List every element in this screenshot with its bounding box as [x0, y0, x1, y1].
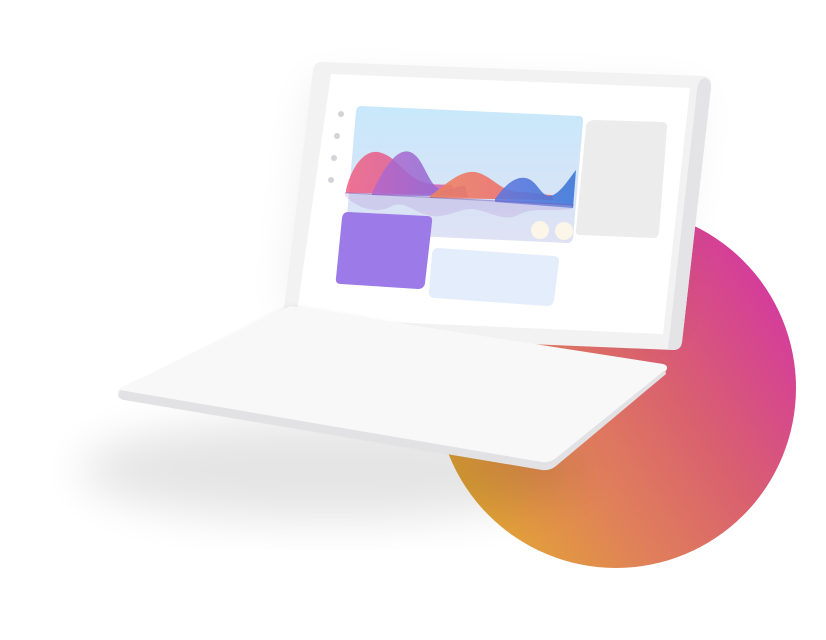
menu-dot-icon[interactable]: [338, 111, 344, 117]
laptop-illustration: [80, 62, 796, 568]
side-panel: [575, 120, 668, 238]
menu-dot-icon[interactable]: [328, 177, 334, 183]
toggle-dot-icon[interactable]: [531, 221, 549, 239]
purple-card[interactable]: [335, 212, 433, 289]
light-card[interactable]: [428, 248, 560, 306]
illustration-stage: [0, 0, 826, 640]
menu-dot-icon[interactable]: [331, 155, 337, 161]
menu-dot-icon[interactable]: [334, 133, 340, 139]
toggle-dot-icon[interactable]: [555, 222, 573, 240]
